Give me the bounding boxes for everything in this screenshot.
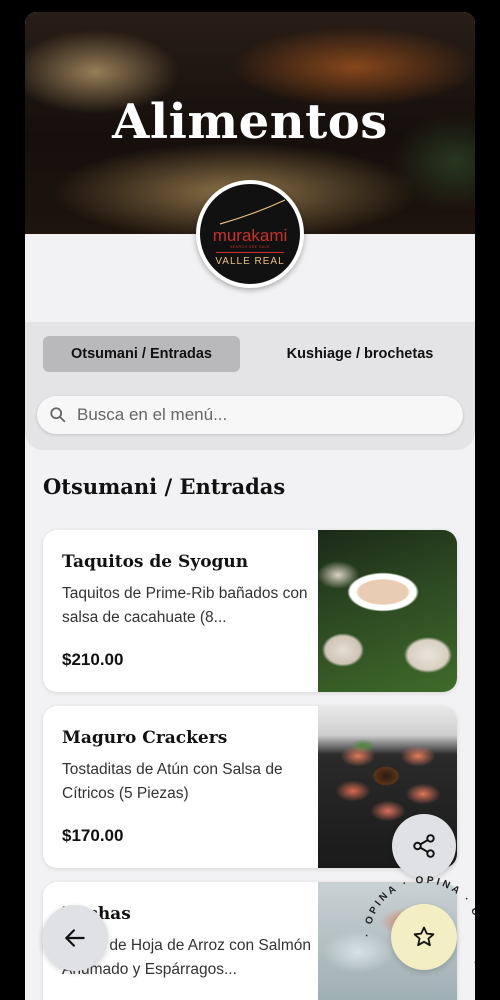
menu-item-card[interactable]: Taquitos de Syogun Taquitos de Prime-Rib… <box>43 530 457 692</box>
item-price: $210.00 <box>62 650 124 669</box>
logo-brand: murakami <box>212 226 288 245</box>
page-title: Alimentos <box>112 94 388 150</box>
rate-button[interactable] <box>391 904 457 970</box>
logo-subtitle: VALLE REAL <box>215 256 285 267</box>
search-icon <box>50 407 66 423</box>
tab-kushiage[interactable]: Kushiage / brochetas <box>265 336 455 372</box>
arrow-left-icon <box>65 929 85 947</box>
tab-otsumani[interactable]: Otsumani / Entradas <box>43 336 240 372</box>
section-title: Otsumani / Entradas <box>43 474 286 499</box>
star-icon <box>413 926 435 947</box>
item-description: Tostaditas de Atún con Salsa de Cítricos… <box>62 761 283 802</box>
item-name: Taquitos de Syogun <box>62 552 249 572</box>
logo-tagline: SEARCH SEE SAVE <box>229 245 271 249</box>
search-bar[interactable] <box>37 396 463 434</box>
item-name: Maguro Crackers <box>62 728 228 748</box>
share-button[interactable] <box>392 814 456 878</box>
item-description: Taquitos de Prime-Rib bañados con salsa … <box>62 585 308 626</box>
restaurant-logo: murakami SEARCH SEE SAVE VALLE REAL <box>196 180 304 288</box>
item-price: $170.00 <box>62 826 124 845</box>
menu-screen: Alimentos murakami SEARCH SEE SAVE VALLE… <box>25 12 475 1000</box>
back-button[interactable] <box>42 905 108 971</box>
category-panel: Otsumani / Entradas Kushiage / brochetas <box>25 322 475 450</box>
item-photo <box>318 530 457 692</box>
search-input[interactable] <box>77 405 437 425</box>
logo-divider <box>216 252 284 253</box>
share-icon <box>413 834 435 858</box>
